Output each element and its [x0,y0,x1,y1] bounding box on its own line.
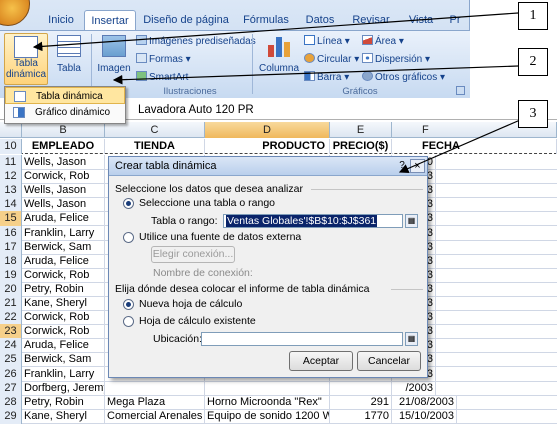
callout-2: 2 [518,48,548,76]
callout-arrow-2 [112,65,519,85]
callout-arrow-1 [32,12,519,52]
callout-1: 1 [518,2,548,30]
callout-arrow-3 [398,116,528,174]
callout-arrows [32,12,528,174]
callout-3: 3 [518,100,548,128]
